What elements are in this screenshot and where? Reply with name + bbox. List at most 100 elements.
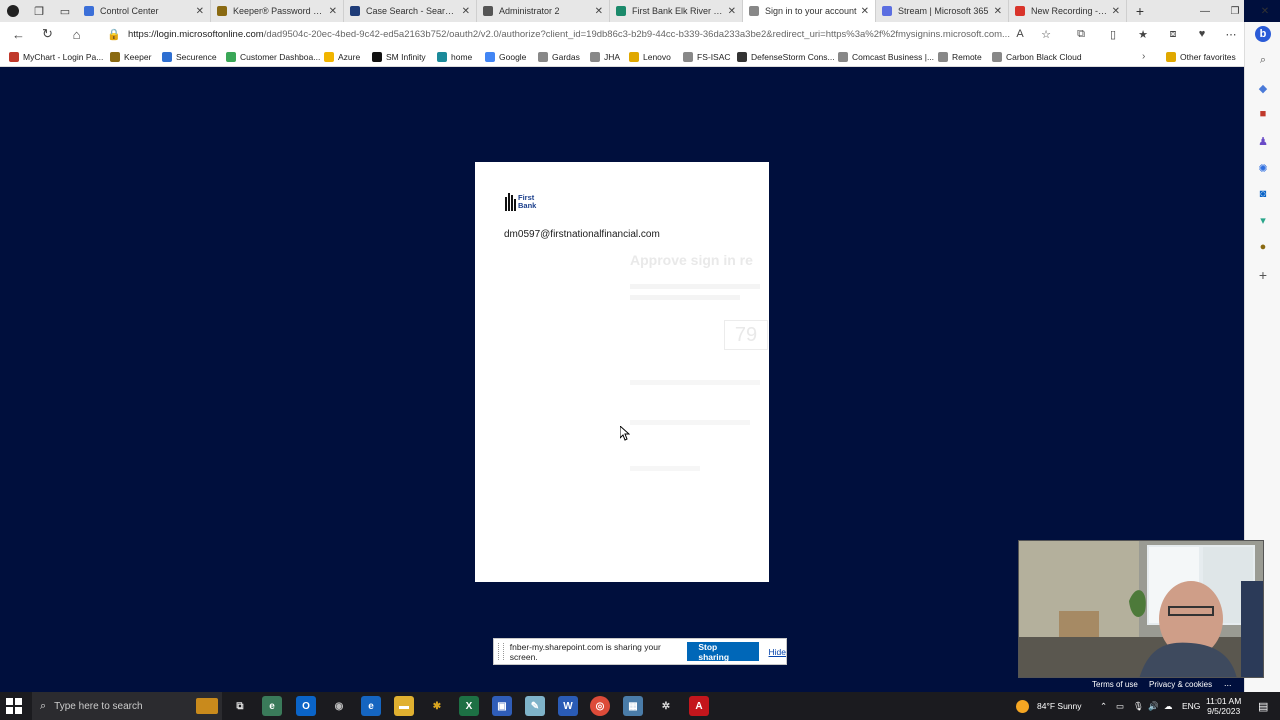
refresh-button[interactable]: ↻ [33, 22, 62, 46]
drag-handle[interactable] [498, 643, 504, 660]
favorite-gardas[interactable]: Gardas [538, 49, 580, 64]
close-icon[interactable]: ✕ [994, 6, 1002, 17]
weather-widget[interactable]: 84°F Sunny [1016, 692, 1082, 720]
close-window-button[interactable]: ✕ [1250, 0, 1280, 22]
collections-icon[interactable]: ⧈ [1165, 26, 1181, 42]
close-icon[interactable]: ✕ [595, 6, 603, 17]
read-aloud-icon[interactable]: A [1012, 26, 1028, 42]
favorite-remote[interactable]: Remote [938, 49, 982, 64]
favorite-other-favorites[interactable]: Other favorites [1166, 49, 1236, 64]
favorite-mychart[interactable]: MyChart - Login Pa... [9, 49, 103, 64]
url-path: /dad9504c-20ec-4bed-9c42-ed5a2163b752/oa… [263, 28, 1010, 40]
more-options-link[interactable]: ... [1224, 678, 1232, 688]
close-icon[interactable]: ✕ [462, 6, 470, 17]
show-hidden-icons-icon[interactable]: ⌃ [1100, 692, 1107, 720]
favorite-customer-dashboard[interactable]: Customer Dashboa... [226, 49, 320, 64]
favorite-lenovo[interactable]: Lenovo [629, 49, 671, 64]
close-icon[interactable]: ✕ [728, 6, 736, 17]
clock[interactable]: 11:01 AM 9/5/2023 [1206, 692, 1241, 720]
favorite-fs-isac[interactable]: FS-ISAC [683, 49, 731, 64]
favorite-comcast[interactable]: Comcast Business |... [838, 49, 934, 64]
bing-chat-icon[interactable]: b [1255, 26, 1271, 42]
tab-control-center[interactable]: Control Center ✕ [78, 0, 211, 22]
favorite-securence[interactable]: Securence [162, 49, 217, 64]
home-button[interactable]: ⌂ [62, 22, 91, 46]
windows-start-icon[interactable] [6, 698, 22, 714]
shopping-tag-icon[interactable]: ◆ [1255, 80, 1271, 96]
notepad-app-icon[interactable]: ✎ [525, 696, 545, 716]
keeper-app-icon[interactable]: ✱ [427, 696, 447, 716]
outlook-icon[interactable]: ◙ [1255, 186, 1271, 202]
minimize-button[interactable]: — [1190, 0, 1220, 22]
restore-button[interactable]: ❐ [1220, 0, 1250, 22]
notification-icon[interactable]: ▤ [1258, 692, 1268, 720]
taskbar-search[interactable]: ⌕ Type here to search [32, 692, 222, 720]
settings-app-icon[interactable]: ✲ [656, 696, 676, 716]
account-email[interactable]: dm0597@firstnationalfinancial.com [504, 229, 660, 240]
back-button[interactable]: ← [4, 22, 33, 46]
tab-first-bank-team[interactable]: First Bank Elk River Team ✕ [610, 0, 743, 22]
acrobat-app-icon[interactable]: A [689, 696, 709, 716]
chevron-right-icon[interactable]: › [1142, 49, 1145, 64]
tab-keeper[interactable]: Keeper® Password Mana ✕ [211, 0, 344, 22]
edge-app-icon[interactable]: e [262, 696, 282, 716]
word-app-icon[interactable]: W [558, 696, 578, 716]
split-screen-icon[interactable]: ▯ [1105, 26, 1121, 42]
favorite-star-icon[interactable]: ☆ [1038, 26, 1054, 42]
hide-link[interactable]: Hide [769, 647, 786, 657]
drop-icon[interactable]: ▾ [1255, 212, 1271, 228]
tab-stream[interactable]: Stream | Microsoft 365 ✕ [876, 0, 1009, 22]
terms-of-use-link[interactable]: Terms of use [1092, 680, 1138, 689]
games-icon[interactable]: ♟ [1255, 133, 1271, 149]
favorite-azure[interactable]: Azure [324, 49, 360, 64]
favorite-jha[interactable]: JHA [590, 49, 620, 64]
favorite-home[interactable]: home [437, 49, 472, 64]
privacy-cookies-link[interactable]: Privacy & cookies [1149, 680, 1212, 689]
favorite-google[interactable]: Google [485, 49, 526, 64]
favorite-defensestorm[interactable]: DefenseStorm Cons... [737, 49, 835, 64]
outlook-app-icon[interactable]: O [296, 696, 316, 716]
new-tab-button[interactable]: + [1127, 0, 1153, 22]
browser-essentials-icon[interactable]: ♥ [1194, 26, 1210, 42]
close-icon[interactable]: ✕ [196, 6, 204, 17]
profile-icon[interactable] [0, 0, 26, 22]
close-icon[interactable]: ✕ [329, 6, 337, 17]
chrome-app-icon[interactable]: ◎ [590, 696, 610, 716]
volume-icon[interactable]: 🔊 [1148, 692, 1159, 720]
lock-icon[interactable]: 🔒 [106, 26, 122, 42]
tab-sign-in[interactable]: Sign in to your account ✕ [743, 0, 876, 22]
control-panel-icon[interactable]: ▦ [623, 696, 643, 716]
edge-legacy-app-icon[interactable]: e [361, 696, 381, 716]
favorites-icon[interactable]: ★ [1135, 26, 1151, 42]
add-sidebar-app-icon[interactable]: + [1255, 267, 1271, 283]
webcam-image [1019, 541, 1263, 677]
search-icon[interactable]: ⌕ [1255, 52, 1271, 68]
keeper-icon[interactable]: ● [1255, 239, 1271, 255]
file-explorer-icon[interactable]: ▬ [394, 696, 414, 716]
stop-sharing-button[interactable]: Stop sharing [687, 642, 759, 662]
url-field[interactable]: https://login.microsoftonline.com/dad950… [128, 25, 1128, 43]
favorite-carbon-black[interactable]: Carbon Black Cloud [992, 49, 1082, 64]
tab-administrator[interactable]: Administrator 2 ✕ [477, 0, 610, 22]
close-icon[interactable]: ✕ [861, 6, 869, 17]
browser-tab-bar: ❐ ▭ Control Center ✕ Keeper® Password Man… [0, 0, 1244, 22]
workspaces-icon[interactable]: ❐ [26, 0, 52, 22]
microphone-icon[interactable]: 🎙 [1133, 692, 1144, 720]
network-app-icon[interactable]: ◉ [329, 696, 349, 716]
close-icon[interactable]: ✕ [1112, 6, 1120, 17]
meet-now-icon[interactable]: ▭ [1116, 692, 1124, 720]
excel-app-icon[interactable]: X [459, 696, 479, 716]
language-indicator[interactable]: ENG [1182, 692, 1200, 720]
tab-new-recording[interactable]: New Recording - Ca ✕ [1009, 0, 1127, 22]
tools-icon[interactable]: ■ [1255, 106, 1271, 122]
extensions-icon[interactable]: ⧉ [1073, 26, 1089, 42]
onedrive-icon[interactable]: ☁ [1164, 692, 1173, 720]
tab-case-search[interactable]: Case Search - Search for ✕ [344, 0, 477, 22]
favorite-keeper[interactable]: Keeper [110, 49, 151, 64]
microsoft-365-icon[interactable]: ✺ [1255, 160, 1271, 176]
settings-more-icon[interactable]: ⋯ [1223, 26, 1239, 42]
task-view-icon[interactable]: ⧉ [230, 696, 250, 716]
remote-desktop-icon[interactable]: ▣ [492, 696, 512, 716]
tab-actions-icon[interactable]: ▭ [52, 0, 78, 22]
favorite-sm-infinity[interactable]: SM Infinity [372, 49, 426, 64]
